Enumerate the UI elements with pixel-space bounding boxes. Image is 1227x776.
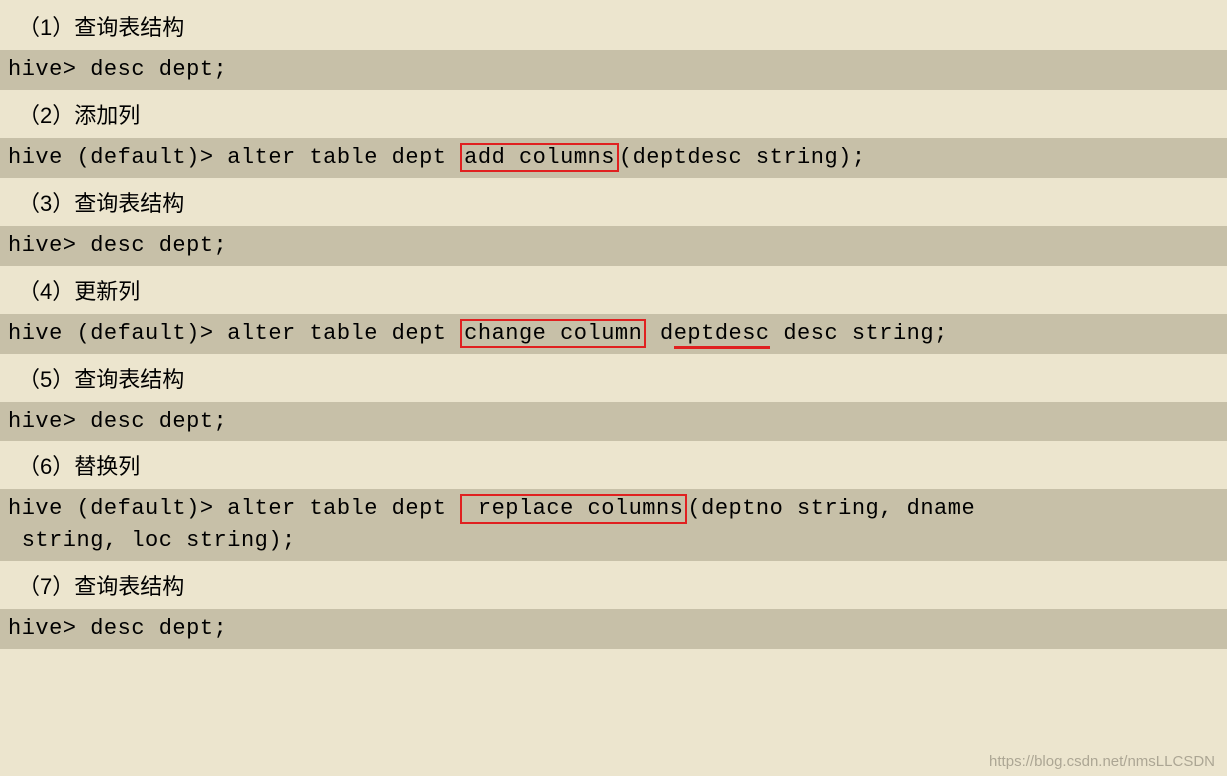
code-prefix: hive (default)> alter table dept bbox=[8, 145, 460, 170]
section-title-3: （3）查询表结构 bbox=[0, 178, 1227, 226]
code-suffix: (deptdesc string); bbox=[619, 145, 866, 170]
section-title-7: （7）查询表结构 bbox=[0, 561, 1227, 609]
underline-deptdesc: eptdesc bbox=[674, 321, 770, 349]
code-text: hive> desc dept; bbox=[8, 616, 227, 641]
code-text: hive> desc dept; bbox=[8, 57, 227, 82]
code-block-1: hive> desc dept; bbox=[0, 50, 1227, 90]
highlight-add-columns: add columns bbox=[460, 143, 619, 172]
code-block-6: hive (default)> alter table dept replace… bbox=[0, 489, 1227, 561]
code-prefix: hive (default)> alter table dept bbox=[8, 321, 460, 346]
code-block-7: hive> desc dept; bbox=[0, 609, 1227, 649]
watermark: https://blog.csdn.net/nmsLLCSDN bbox=[989, 753, 1215, 770]
code-block-3: hive> desc dept; bbox=[0, 226, 1227, 266]
code-text: hive> desc dept; bbox=[8, 409, 227, 434]
code-text: hive> desc dept; bbox=[8, 233, 227, 258]
code-block-2: hive (default)> alter table dept add col… bbox=[0, 138, 1227, 178]
highlight-change-column: change column bbox=[460, 319, 646, 348]
section-title-6: （6）替换列 bbox=[0, 441, 1227, 489]
code-mid: d bbox=[646, 321, 673, 346]
section-title-5: （5）查询表结构 bbox=[0, 354, 1227, 402]
code-prefix: hive (default)> alter table dept bbox=[8, 496, 460, 521]
code-block-4: hive (default)> alter table dept change … bbox=[0, 314, 1227, 354]
section-title-1: （1）查询表结构 bbox=[0, 2, 1227, 50]
highlight-replace-columns: replace columns bbox=[460, 494, 687, 523]
section-title-4: （4）更新列 bbox=[0, 266, 1227, 314]
section-title-2: （2）添加列 bbox=[0, 90, 1227, 138]
code-block-5: hive> desc dept; bbox=[0, 402, 1227, 442]
code-suffix: desc string; bbox=[770, 321, 948, 346]
